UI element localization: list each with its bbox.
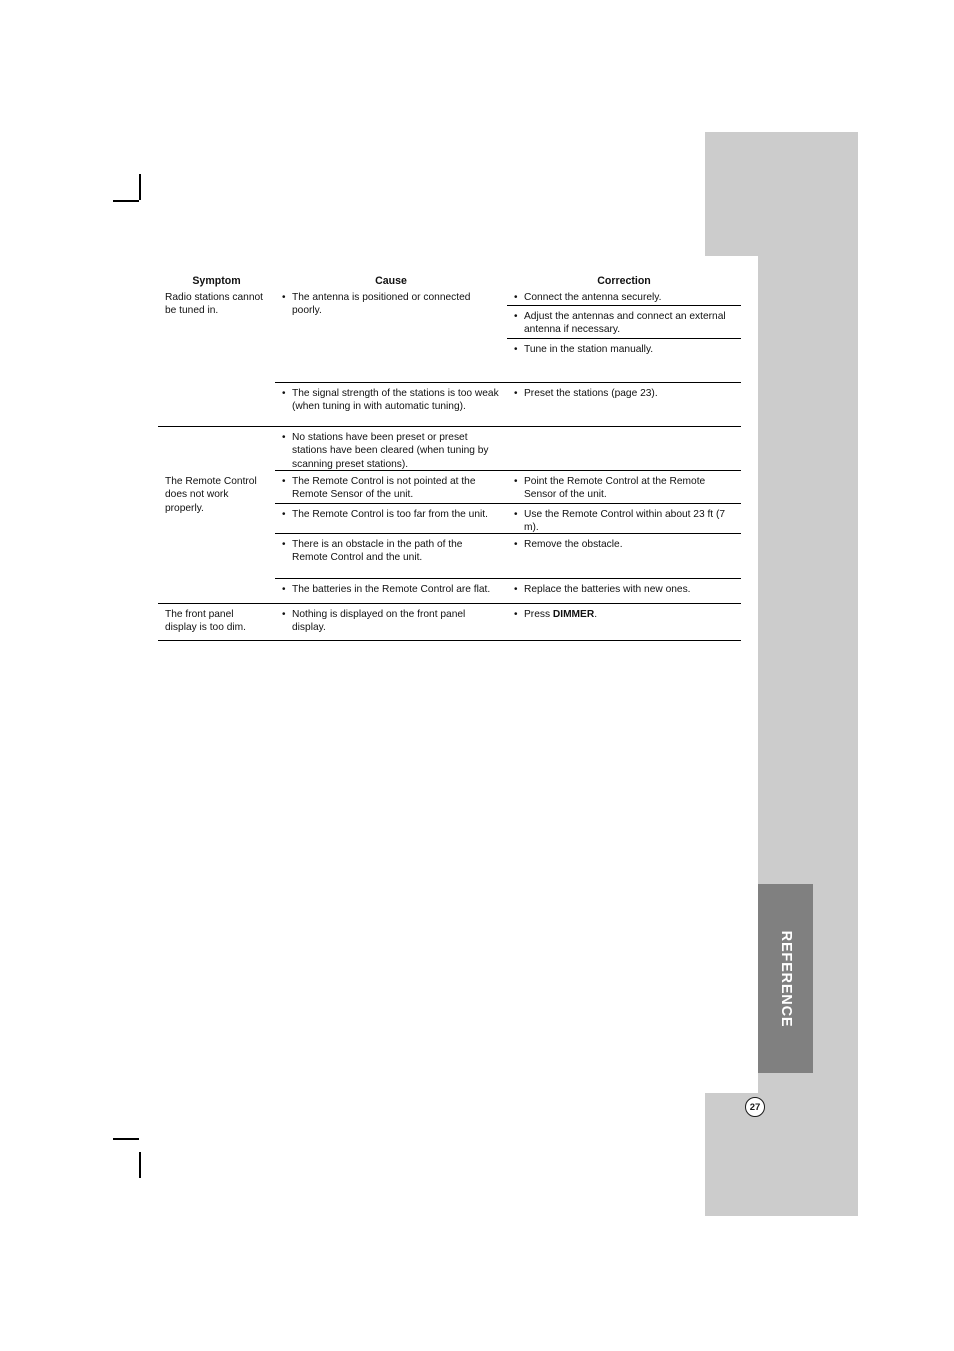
cause-cell-radio-cont: • No stations have been preset or preset… [275,427,507,471]
symptom-spacer [158,427,275,471]
column-header-correction: Correction [597,275,651,287]
correction-item: • Use the Remote Control within about 23… [507,504,741,534]
crop-mark-horizontal-rule [113,200,139,202]
correction-item: • Tune in the station manually. [507,339,741,383]
bullet-icon: • [282,539,286,550]
bullet-icon: • [514,539,518,550]
cause-item: • No stations have been preset or preset… [275,427,507,471]
cause-text: The Remote Control is not pointed at the… [292,476,476,501]
crop-mark-vertical-rule [139,174,141,200]
section-tab-reference: REFERENCE [758,884,813,1073]
symptom-text: The Remote Control does not work properl… [165,476,257,514]
cause-cell-frontpanel: • Nothing is displayed on the front pane… [275,604,507,641]
symptom-text-wrapper: Radio stations cannot be tuned in. [158,287,275,427]
column-header-cause: Cause [375,275,407,287]
bullet-icon: • [514,509,518,520]
cause-item: • The Remote Control is not pointed at t… [275,471,507,504]
correction-item: • Point the Remote Control at the Remote… [507,471,741,504]
cause-text: There is an obstacle in the path of the … [292,539,463,564]
symptom-cell-frontpanel: The front panel display is too dim. [158,604,275,641]
troubleshooting-table: Symptom Cause Correction Radio stations … [158,275,741,641]
table-header-row: Symptom Cause Correction [158,275,741,287]
bullet-icon: • [282,432,286,443]
correction-text-rich: Press DIMMER. [524,608,734,621]
bullet-icon: • [514,388,518,399]
correction-text-keyword: DIMMER [552,609,595,620]
correction-cell-radio-cont [507,427,741,471]
bullet-icon: • [282,584,286,595]
table-row: The Remote Control does not work properl… [158,471,741,604]
cause-text: The signal strength of the stations is t… [292,388,499,413]
correction-text: Replace the batteries with new ones. [524,584,691,595]
cause-item: • The signal strength of the stations is… [275,383,507,427]
cause-text: The Remote Control is too far from the u… [292,509,488,520]
table-row: • No stations have been preset or preset… [158,427,741,471]
section-tab-label: REFERENCE [777,930,794,1027]
symptom-text: Radio stations cannot be tuned in. [165,292,263,317]
correction-text-suffix: . [594,609,598,620]
correction-item: • Replace the batteries with new ones. [507,579,741,604]
correction-cell-radio: • Connect the antenna securely. • Adjust… [507,287,741,427]
correction-item: • Remove the obstacle. [507,534,741,579]
correction-text: Preset the stations (page 23). [524,388,658,399]
cause-cell-radio: • The antenna is positioned or connected… [275,287,507,427]
bullet-icon: • [282,476,286,487]
cause-text: The antenna is positioned or connected p… [292,292,471,317]
bullet-icon: • [282,292,286,303]
bullet-icon: • [514,311,518,322]
side-panel-gray-bottom [705,1093,858,1216]
correction-item: • Connect the antenna securely. [507,287,741,306]
bullet-icon: • [514,609,518,620]
correction-cell-remote: • Point the Remote Control at the Remote… [507,471,741,604]
bullet-icon: • [282,388,286,399]
correction-item: • Press DIMMER. [507,604,741,641]
cause-item: • The batteries in the Remote Control ar… [275,579,507,604]
bullet-icon: • [282,609,286,620]
correction-text: Point the Remote Control at the Remote S… [524,476,706,501]
correction-text: Tune in the station manually. [524,344,654,355]
symptom-text-wrapper: The front panel display is too dim. [158,604,275,641]
correction-text: Adjust the antennas and connect an exter… [524,311,726,336]
cause-item: • Nothing is displayed on the front pane… [275,604,507,641]
bullet-icon: • [514,292,518,303]
correction-item: • Adjust the antennas and connect an ext… [507,306,741,339]
correction-cell-frontpanel: • Press DIMMER. [507,604,741,641]
symptom-text-wrapper: The Remote Control does not work properl… [158,471,275,604]
symptom-text: The front panel display is too dim. [165,609,246,634]
cause-item: • The Remote Control is too far from the… [275,504,507,534]
bullet-icon: • [514,476,518,487]
correction-text: Use the Remote Control within about 23 f… [524,509,726,534]
correction-text: Remove the obstacle. [524,539,623,550]
page-number-badge: 27 [745,1097,765,1117]
crop-mark-bottom-left [113,1138,153,1178]
bullet-icon: • [282,509,286,520]
correction-spacer [507,427,741,471]
cause-text: No stations have been preset or preset s… [292,432,489,470]
symptom-cell-radio: Radio stations cannot be tuned in. [158,287,275,427]
bullet-icon: • [514,584,518,595]
symptom-cell-radio-cont [158,427,275,471]
column-header-symptom: Symptom [192,275,241,287]
table-row: The front panel display is too dim. • No… [158,604,741,641]
cause-cell-remote: • The Remote Control is not pointed at t… [275,471,507,604]
correction-item: • Preset the stations (page 23). [507,383,741,427]
correction-text-prefix: Press [524,609,553,620]
cause-text: The batteries in the Remote Control are … [292,584,491,595]
symptom-cell-remote: The Remote Control does not work properl… [158,471,275,604]
crop-mark-horizontal-rule [113,1138,139,1140]
bullet-icon: • [514,344,518,355]
cause-item: • There is an obstacle in the path of th… [275,534,507,579]
table-row: Radio stations cannot be tuned in. • The… [158,287,741,427]
cause-item: • The antenna is positioned or connected… [275,287,507,383]
crop-mark-vertical-rule [139,1152,141,1178]
crop-mark-top-left [113,174,153,214]
cause-text: Nothing is displayed on the front panel … [292,609,466,634]
correction-text: Connect the antenna securely. [524,292,662,303]
